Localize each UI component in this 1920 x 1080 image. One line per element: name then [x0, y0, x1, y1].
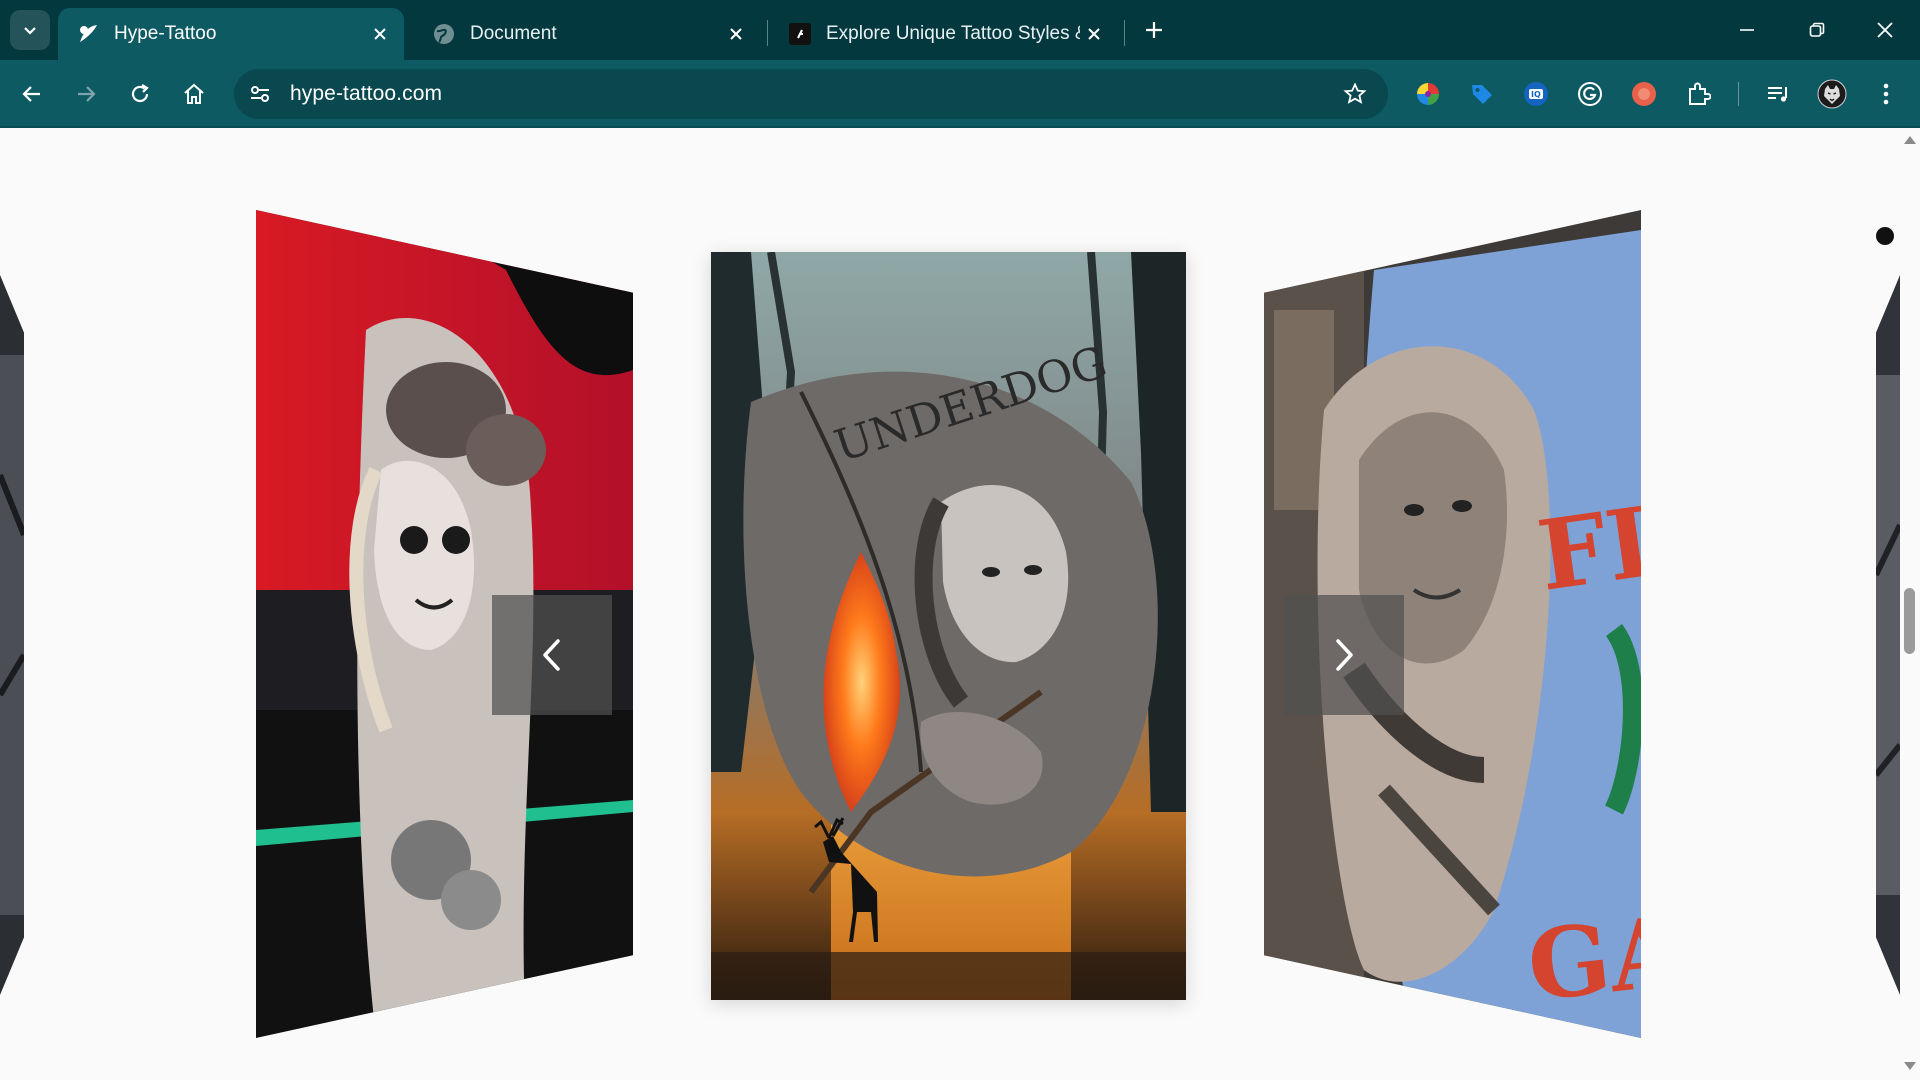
- minimize-icon: [1740, 29, 1754, 31]
- browser-titlebar: Hype-Tattoo Document Explore Unique Tatt…: [0, 0, 1920, 60]
- plus-icon: [1146, 22, 1162, 38]
- tab-search-button[interactable]: [10, 10, 50, 50]
- tune-icon: [251, 86, 269, 102]
- close-icon[interactable]: [722, 20, 750, 48]
- reload-icon: [131, 84, 149, 103]
- minimize-button[interactable]: [1712, 0, 1782, 60]
- forward-button[interactable]: [66, 74, 106, 114]
- site-info-button[interactable]: [240, 74, 280, 114]
- chevron-left-icon: [543, 639, 560, 671]
- tab-separator: [767, 20, 768, 46]
- restore-icon: [1809, 22, 1825, 37]
- bookmark-star-button[interactable]: [1338, 77, 1372, 111]
- arrow-left-icon: [22, 86, 40, 102]
- hype-tattoo-logo-icon: [76, 22, 100, 46]
- restore-button[interactable]: [1782, 0, 1852, 60]
- svg-text:GA: GA: [1523, 894, 1641, 1023]
- svg-text:FL: FL: [1531, 482, 1641, 613]
- home-icon: [184, 83, 204, 104]
- page-viewport: UNDERDOG FL GA: [0, 130, 1900, 1080]
- reload-button[interactable]: [120, 74, 160, 114]
- profile-avatar-icon[interactable]: [1814, 76, 1850, 112]
- globe-icon: [432, 22, 456, 46]
- back-button[interactable]: [12, 74, 52, 114]
- iq-extension-icon[interactable]: IQ: [1518, 76, 1554, 112]
- toolbar-divider: [1738, 82, 1739, 106]
- close-window-button[interactable]: [1850, 0, 1920, 60]
- new-tab-button[interactable]: [1138, 14, 1170, 46]
- chevron-right-icon: [1336, 639, 1353, 671]
- tab-explore-tattoo-styles[interactable]: Explore Unique Tattoo Styles &: [770, 8, 1118, 60]
- chevron-down-icon: [24, 27, 36, 35]
- arrow-right-icon: [78, 86, 96, 102]
- underdog-archer-tattoo[interactable]: UNDERDOG: [711, 252, 1186, 1000]
- grammarly-icon[interactable]: [1572, 76, 1608, 112]
- tattoo-site-icon: [788, 22, 812, 46]
- close-icon: [1877, 22, 1893, 38]
- media-control-icon[interactable]: [1760, 76, 1796, 112]
- browser-toolbar: hype-tattoo.com IQ: [0, 60, 1920, 128]
- page-scrollbar[interactable]: [1900, 130, 1920, 1080]
- star-icon: [1343, 82, 1367, 104]
- close-icon[interactable]: [366, 20, 394, 48]
- tag-extension-icon[interactable]: [1464, 76, 1500, 112]
- tools-extension-icon[interactable]: [1626, 76, 1662, 112]
- address-bar[interactable]: hype-tattoo.com: [234, 69, 1388, 119]
- url-text[interactable]: hype-tattoo.com: [290, 82, 442, 106]
- close-icon[interactable]: [1080, 20, 1108, 48]
- tab-title: Document: [470, 23, 557, 44]
- home-button[interactable]: [174, 74, 214, 114]
- more-menu-icon[interactable]: [1868, 76, 1904, 112]
- left-edge-slide[interactable]: [0, 275, 24, 995]
- tab-document[interactable]: Document: [414, 8, 760, 60]
- scroll-up-arrow-icon[interactable]: [1904, 136, 1916, 144]
- tab-title: Hype-Tattoo: [114, 23, 217, 44]
- right-edge-slide[interactable]: [1876, 275, 1900, 995]
- scrollbar-thumb[interactable]: [1904, 588, 1915, 654]
- scroll-down-arrow-icon[interactable]: [1904, 1062, 1916, 1070]
- carousel-next-button[interactable]: [1284, 595, 1404, 715]
- tab-hype-tattoo[interactable]: Hype-Tattoo: [58, 8, 404, 60]
- carousel-prev-button[interactable]: [492, 595, 612, 715]
- floating-dot-indicator[interactable]: [1876, 227, 1894, 245]
- color-wheel-icon[interactable]: [1410, 76, 1446, 112]
- puzzle-extensions-icon[interactable]: [1680, 76, 1716, 112]
- svg-text:IQ: IQ: [1531, 90, 1541, 99]
- tab-separator: [1124, 20, 1125, 46]
- tab-title: Explore Unique Tattoo Styles &: [826, 23, 1080, 44]
